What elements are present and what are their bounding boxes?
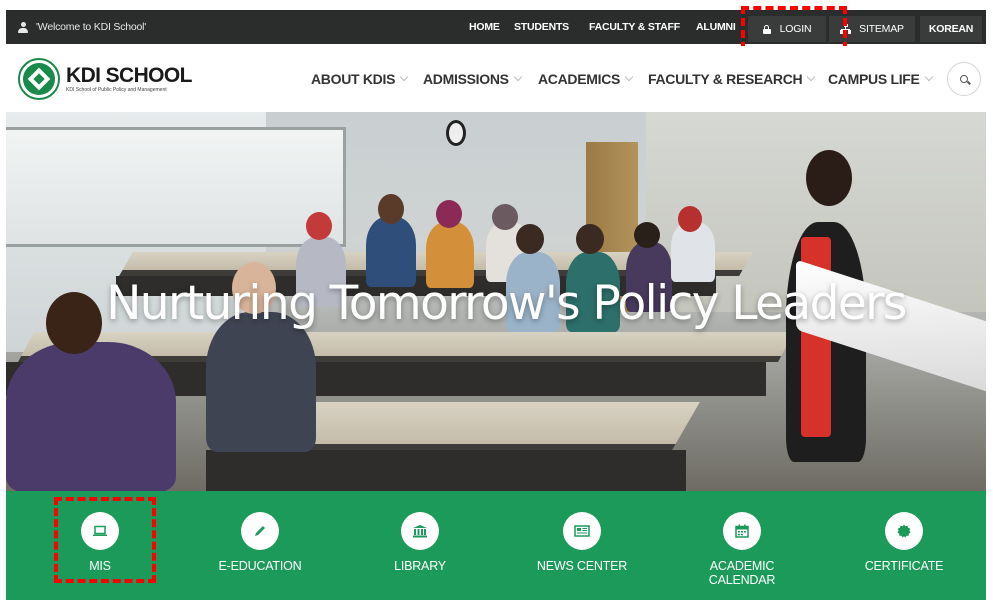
user-icon <box>18 21 28 33</box>
calendar-icon <box>723 512 761 550</box>
chevron-down-icon <box>807 72 816 82</box>
welcome-message: 'Welcome to KDI School' <box>18 10 146 44</box>
quick-link-label: LIBRARY <box>394 559 446 573</box>
logo-title: KDI SCHOOL <box>66 64 192 87</box>
chevron-down-icon <box>924 72 933 82</box>
quick-link-label: NEWS CENTER <box>536 559 628 573</box>
search-button[interactable] <box>947 62 981 96</box>
nav-campus-life[interactable]: CAMPUS LIFE <box>828 46 933 112</box>
hero-title: Nurturing Tomorrow's Policy Leaders <box>106 276 907 331</box>
wall-clock-image <box>446 120 466 146</box>
quick-link-label: E-EDUCATION <box>218 559 302 573</box>
kdi-emblem-icon <box>18 58 60 100</box>
nav-campus-life-label: CAMPUS LIFE <box>828 71 920 87</box>
top-link-home[interactable]: HOME <box>469 10 500 44</box>
logo-subtitle: KDI School of Public Policy and Manageme… <box>66 87 167 93</box>
nav-faculty-research-label: FACULTY & RESEARCH <box>648 71 803 87</box>
login-highlight-box <box>741 6 847 50</box>
nav-about-kdis[interactable]: ABOUT KDIS <box>311 46 409 112</box>
nav-academics-label: ACADEMICS <box>538 71 621 87</box>
search-icon <box>960 75 968 83</box>
nav-academics[interactable]: ACADEMICS <box>538 46 634 112</box>
quick-link-label-line1: ACADEMIC <box>709 559 775 573</box>
hero-banner: Nurturing Tomorrow's Policy Leaders <box>6 112 986 492</box>
nav-admissions-label: ADMISSIONS <box>423 71 509 87</box>
chevron-down-icon <box>513 72 522 82</box>
chevron-down-icon <box>624 72 634 82</box>
quick-link-certificate[interactable]: CERTIFICATE <box>824 491 984 600</box>
chevron-down-icon <box>399 72 409 82</box>
top-link-students[interactable]: STUDENTS <box>514 10 569 44</box>
top-link-alumni[interactable]: ALUMNI <box>696 10 736 44</box>
quick-link-label-line2: CALENDAR <box>708 573 776 587</box>
nav-about-kdis-label: ABOUT KDIS <box>311 71 396 87</box>
quick-link-library[interactable]: LIBRARY <box>340 491 500 600</box>
whiteboard-image <box>6 127 346 247</box>
welcome-text: 'Welcome to KDI School' <box>36 21 147 33</box>
sitemap-label: SITEMAP <box>859 23 904 35</box>
korean-language-button[interactable]: KOREAN <box>920 16 982 42</box>
main-navbar: KDI SCHOOL KDI School of Public Policy a… <box>0 46 993 112</box>
kdi-school-logo[interactable]: KDI SCHOOL KDI School of Public Policy a… <box>18 58 192 100</box>
quick-link-academic-calendar[interactable]: ACADEMIC CALENDAR <box>662 491 822 600</box>
quick-link-label: CERTIFICATE <box>864 559 944 573</box>
mis-highlight-box <box>54 497 156 583</box>
quick-link-label: ACADEMIC CALENDAR <box>708 559 776 587</box>
quick-link-e-education[interactable]: E-EDUCATION <box>180 491 340 600</box>
quick-link-news-center[interactable]: NEWS CENTER <box>502 491 662 600</box>
bank-icon <box>401 512 439 550</box>
nav-admissions[interactable]: ADMISSIONS <box>423 46 522 112</box>
pencil-icon <box>241 512 279 550</box>
top-link-faculty-staff[interactable]: FACULTY & STAFF <box>589 10 680 44</box>
nav-faculty-research[interactable]: FACULTY & RESEARCH <box>648 46 816 112</box>
newspaper-icon <box>563 512 601 550</box>
certificate-icon <box>885 512 923 550</box>
